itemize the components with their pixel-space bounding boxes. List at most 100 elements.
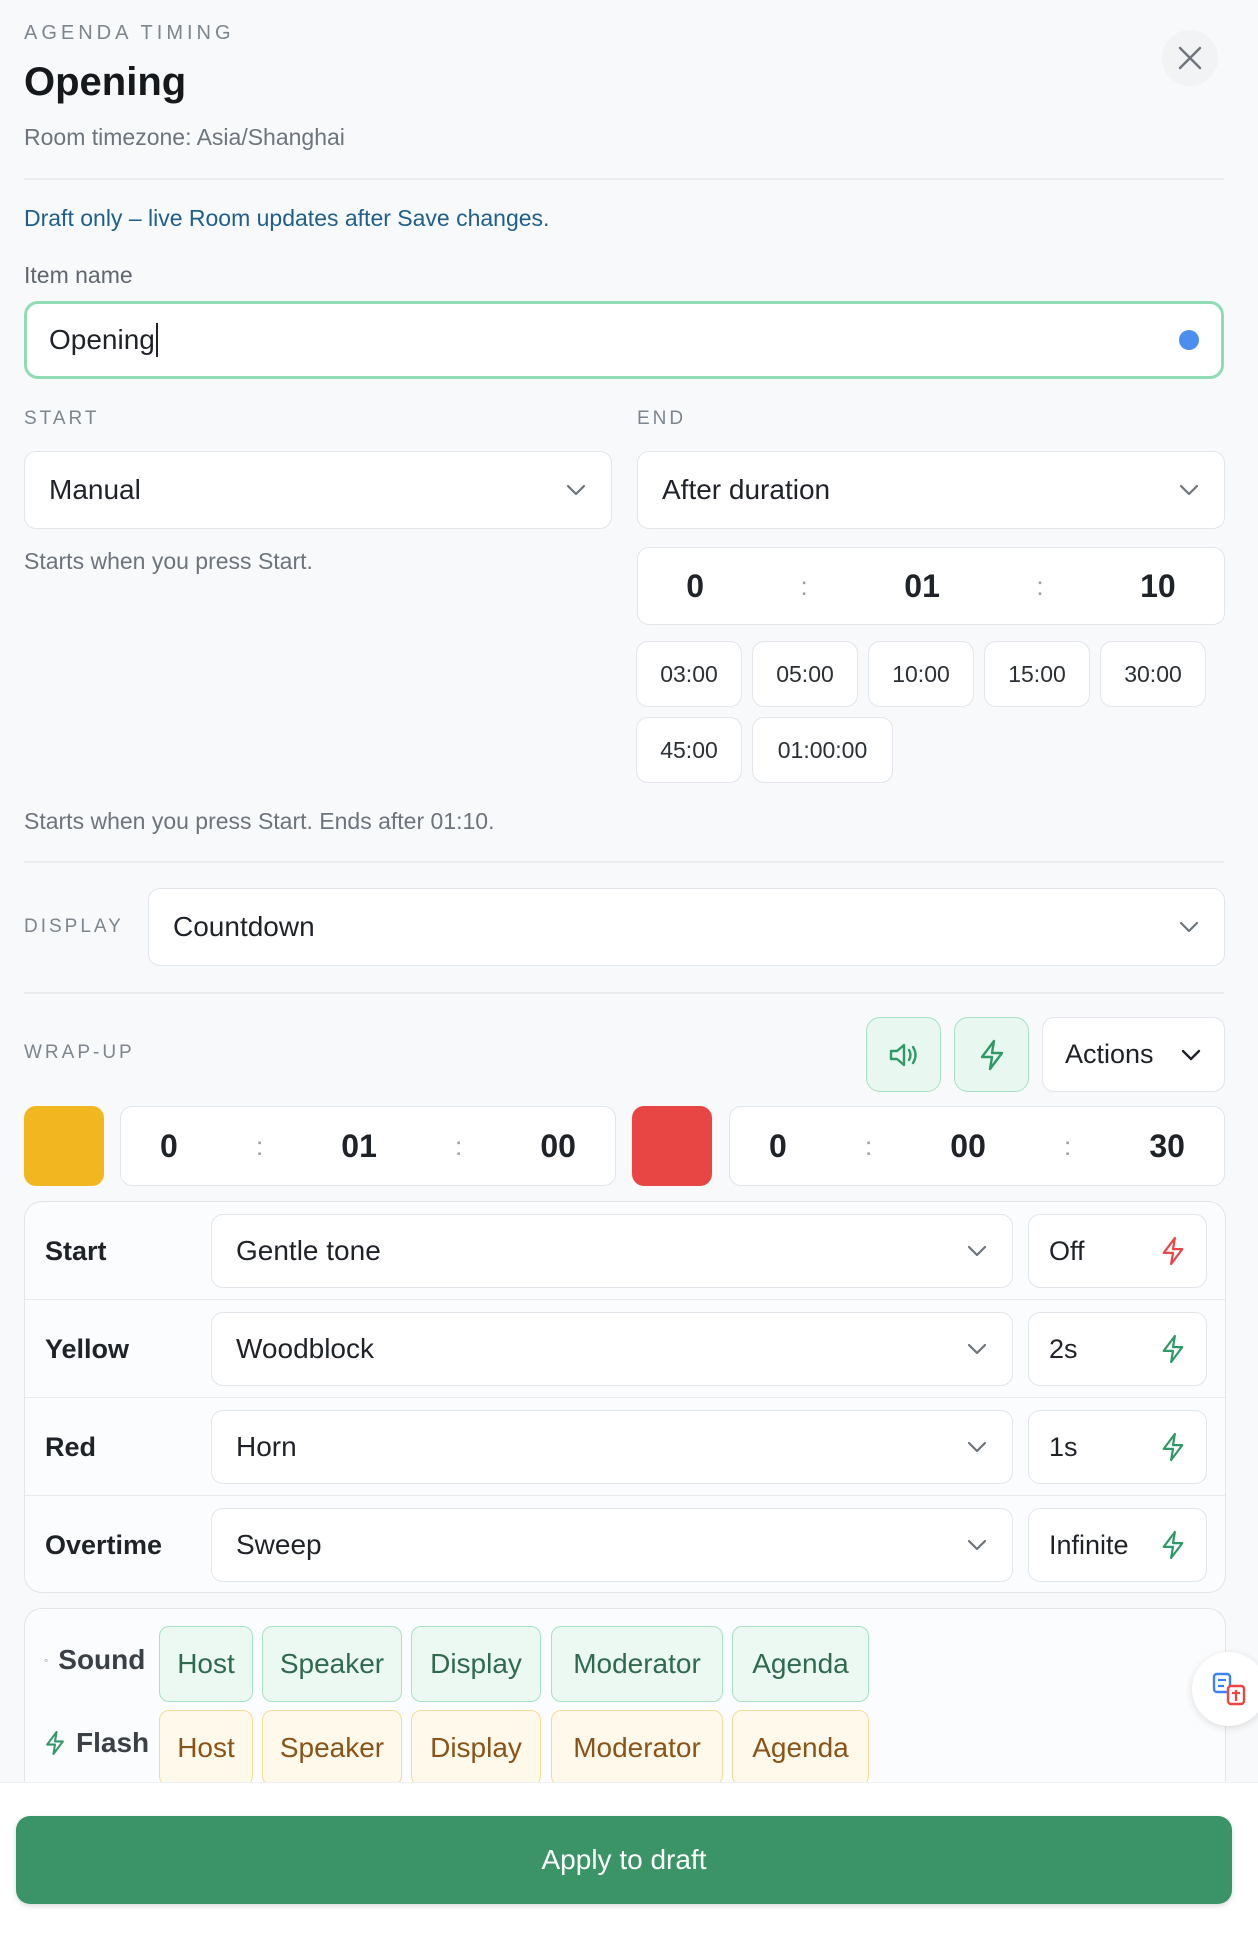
end-mode-select[interactable]: After duration [637,451,1225,529]
cue-sound-select[interactable]: Sweep [211,1508,1013,1582]
display-mode-select[interactable]: Countdown [148,888,1225,966]
cue-sound-value: Horn [236,1431,297,1462]
end-mode-value: After duration [662,474,831,505]
end-label: END [637,408,687,429]
cue-flash-duration-button[interactable]: 1s [1028,1410,1207,1484]
cue-row-start: Start Gentle tone Off [25,1202,1225,1300]
sound-target-moderator[interactable]: Moderator [551,1626,723,1702]
duration-seconds[interactable]: 10 [1140,568,1176,605]
apply-to-draft-button[interactable]: Apply to draft [16,1816,1232,1904]
end-duration-input[interactable]: 0 : 01 : 10 [637,547,1225,625]
red-hours[interactable]: 0 [769,1128,787,1165]
close-button[interactable] [1162,30,1218,86]
cue-label: Start [45,1235,107,1266]
flash-target-agenda[interactable]: Agenda [732,1710,869,1786]
cue-label: Red [45,1431,97,1462]
panel-kicker: AGENDA TIMING [24,22,235,44]
page-title: Opening [24,60,187,104]
cue-table: Start Gentle tone Off Yellow Woodblock 2… [24,1201,1226,1593]
sound-target-display[interactable]: Display [411,1626,541,1702]
footer-bar: Apply to draft [0,1782,1258,1948]
start-mode-select[interactable]: Manual [24,451,612,529]
cue-row-yellow: Yellow Woodblock 2s [25,1300,1225,1398]
display-mode-value: Countdown [173,911,315,942]
sound-target-host[interactable]: Host [159,1626,253,1702]
start-hint: Starts when you press Start. [24,548,313,574]
lightning-icon [1162,1432,1184,1462]
cue-sound-value: Woodblock [236,1333,375,1364]
flash-target-speaker[interactable]: Speaker [262,1710,402,1786]
time-separator: : [1064,1130,1072,1161]
cue-duration-value: 2s [1049,1333,1078,1364]
wrapup-label: WRAP-UP [24,1042,135,1063]
timing-summary: Starts when you press Start. Ends after … [24,808,495,834]
yellow-minutes[interactable]: 01 [341,1128,377,1165]
yellow-hours[interactable]: 0 [160,1128,178,1165]
red-minutes[interactable]: 00 [950,1128,986,1165]
time-separator: : [255,1130,264,1161]
preset-button[interactable]: 03:00 [636,641,742,707]
time-separator: : [1036,570,1044,601]
preset-button[interactable]: 10:00 [868,641,974,707]
yellow-threshold-input[interactable]: 0 : 01 : 00 [120,1106,616,1186]
flash-target-display[interactable]: Display [411,1710,541,1786]
duration-hours[interactable]: 0 [686,568,704,605]
cue-sound-value: Gentle tone [236,1235,381,1266]
preset-button[interactable]: 15:00 [984,641,1090,707]
cue-flash-duration-button[interactable]: Infinite [1028,1508,1207,1582]
start-label: START [24,408,100,429]
preset-button[interactable]: 30:00 [1100,641,1206,707]
cue-flash-duration-button[interactable]: Off [1028,1214,1207,1288]
cue-sound-select[interactable]: Woodblock [211,1312,1013,1386]
translate-button[interactable] [1192,1652,1258,1726]
lightning-icon [1162,1530,1184,1560]
chevron-down-icon [967,1539,987,1551]
red-seconds[interactable]: 30 [1149,1128,1185,1165]
flash-toggle-button[interactable] [954,1017,1029,1092]
cue-duration-value: Off [1049,1235,1085,1266]
cue-label: Yellow [45,1333,130,1364]
chevron-down-icon [566,484,586,496]
chevron-down-icon [967,1441,987,1453]
time-separator: : [864,1130,873,1161]
display-label: DISPLAY [24,916,124,937]
sound-target-speaker[interactable]: Speaker [262,1626,402,1702]
yellow-seconds[interactable]: 00 [540,1128,576,1165]
sound-dot-icon: ◦ [44,1653,49,1667]
text-cursor [155,323,158,357]
yellow-color-swatch[interactable] [24,1106,104,1186]
preset-button[interactable]: 45:00 [636,717,742,783]
actions-label: Actions [1065,1039,1154,1069]
preset-button[interactable]: 05:00 [752,641,858,707]
lightning-icon [1162,1236,1184,1266]
item-name-input[interactable]: Opening [49,324,155,356]
start-mode-value: Manual [49,474,141,505]
cue-sound-select[interactable]: Horn [211,1410,1013,1484]
chevron-down-icon [967,1245,987,1257]
preset-button[interactable]: 01:00:00 [752,717,893,783]
flash-target-host[interactable]: Host [159,1710,253,1786]
cue-duration-value: Infinite [1049,1529,1129,1560]
sound-target-agenda[interactable]: Agenda [732,1626,869,1702]
close-icon [1178,46,1202,70]
cue-flash-duration-button[interactable]: 2s [1028,1312,1207,1386]
cue-label: Overtime [45,1529,163,1560]
sound-toggle-button[interactable] [866,1017,941,1092]
flash-target-moderator[interactable]: Moderator [551,1710,723,1786]
item-name-field[interactable]: Opening [24,301,1224,379]
time-separator: : [455,1130,463,1161]
lightning-icon [46,1730,64,1756]
cue-sound-select[interactable]: Gentle tone [211,1214,1013,1288]
chevron-down-icon [1179,921,1199,933]
red-color-swatch[interactable] [632,1106,712,1186]
unsaved-dot-icon [1179,330,1199,350]
duration-minutes[interactable]: 01 [904,568,940,605]
sound-targets-label: ◦ Sound [44,1644,146,1675]
cue-sound-value: Sweep [236,1529,322,1560]
actions-menu-button[interactable]: Actions [1042,1017,1225,1092]
chevron-down-icon [1181,1049,1201,1060]
red-threshold-input[interactable]: 0 : 00 : 30 [729,1106,1225,1186]
cue-row-red: Red Horn 1s [25,1398,1225,1496]
flash-targets-label: Flash [44,1727,149,1759]
cue-row-overtime: Overtime Sweep Infinite [25,1496,1225,1594]
